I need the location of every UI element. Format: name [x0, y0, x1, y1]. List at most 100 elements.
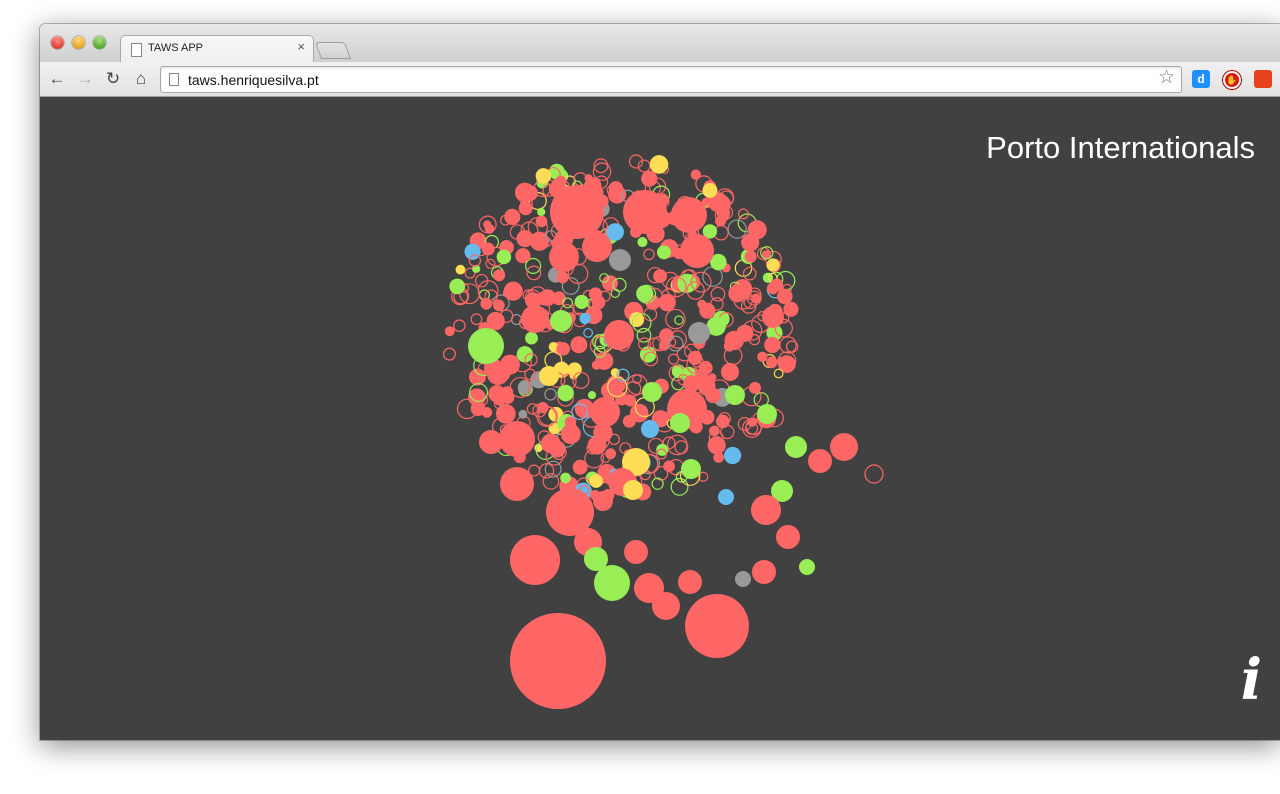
bubble[interactable]: [591, 295, 606, 310]
bubble[interactable]: [744, 250, 757, 263]
bubble[interactable]: [583, 327, 594, 338]
bubble[interactable]: [510, 613, 606, 709]
bubble[interactable]: [470, 313, 483, 326]
bubble[interactable]: [518, 409, 528, 419]
bubble[interactable]: [556, 342, 571, 356]
bubble[interactable]: [496, 249, 512, 265]
bubble[interactable]: [495, 403, 516, 424]
bubble[interactable]: [464, 243, 481, 260]
bubble[interactable]: [776, 525, 800, 549]
bubble[interactable]: [587, 391, 597, 400]
bubble[interactable]: [493, 269, 506, 282]
bubble[interactable]: [449, 278, 466, 295]
bubble[interactable]: [642, 382, 662, 402]
bubble[interactable]: [830, 433, 858, 461]
bubble[interactable]: [453, 319, 466, 332]
bubble[interactable]: [652, 592, 680, 620]
address-bar[interactable]: taws.henriquesilva.pt ☆: [160, 66, 1182, 93]
bubble[interactable]: [757, 351, 768, 362]
bubble[interactable]: [504, 208, 521, 225]
bubble[interactable]: [470, 401, 486, 417]
bubble[interactable]: [707, 436, 726, 455]
bubble[interactable]: [609, 249, 631, 271]
bubble[interactable]: [713, 452, 725, 463]
bubble[interactable]: [715, 414, 730, 429]
bubble[interactable]: [481, 242, 495, 256]
bubble[interactable]: [562, 297, 574, 309]
bubble[interactable]: [674, 315, 684, 325]
bubble[interactable]: [727, 219, 747, 239]
bubble[interactable]: [718, 489, 734, 505]
bubble[interactable]: [776, 356, 787, 367]
bubble[interactable]: [762, 306, 784, 328]
bubble[interactable]: [550, 310, 572, 332]
bubble[interactable]: [629, 312, 645, 328]
home-icon[interactable]: ⌂: [130, 68, 152, 90]
bubble[interactable]: [636, 285, 654, 303]
bubble[interactable]: [521, 185, 538, 202]
bubble[interactable]: [623, 190, 667, 234]
bubble[interactable]: [799, 559, 815, 575]
bubble[interactable]: [521, 305, 549, 333]
bubble[interactable]: [539, 366, 559, 386]
bubble[interactable]: [670, 413, 690, 433]
bubble[interactable]: [721, 363, 739, 381]
bubble[interactable]: [500, 467, 534, 501]
bubble[interactable]: [455, 264, 466, 275]
bubble[interactable]: [735, 571, 751, 587]
bubble[interactable]: [589, 474, 603, 488]
back-icon[interactable]: ←: [46, 68, 68, 90]
bubble[interactable]: [649, 155, 669, 174]
tab-taws-app[interactable]: TAWS APP ×: [120, 35, 314, 63]
bubble[interactable]: [564, 416, 577, 429]
bubble[interactable]: [493, 299, 505, 312]
bubble[interactable]: [608, 433, 620, 446]
bubble[interactable]: [699, 302, 716, 319]
bubble[interactable]: [502, 288, 513, 298]
bubble[interactable]: [550, 185, 604, 239]
bubble[interactable]: [766, 258, 780, 272]
bubble[interactable]: [766, 356, 778, 369]
bubble[interactable]: [479, 430, 503, 454]
info-icon[interactable]: i: [1241, 652, 1262, 708]
bubble[interactable]: [764, 336, 781, 354]
bubble[interactable]: [656, 245, 671, 260]
bubble[interactable]: [551, 291, 566, 306]
bubble[interactable]: [493, 392, 507, 406]
bubble[interactable]: [487, 363, 509, 385]
bubble[interactable]: [751, 495, 781, 525]
bubble[interactable]: [468, 328, 504, 364]
bubble[interactable]: [574, 294, 589, 309]
bubble[interactable]: [602, 275, 618, 292]
forward-icon[interactable]: →: [74, 68, 96, 90]
url-text[interactable]: taws.henriquesilva.pt: [188, 72, 319, 88]
adblock-icon[interactable]: ✋: [1223, 71, 1241, 89]
bubble[interactable]: [698, 377, 716, 395]
bubble[interactable]: [770, 278, 784, 292]
minimize-window-button[interactable]: [72, 36, 85, 49]
bubble[interactable]: [525, 331, 538, 345]
bubble[interactable]: [637, 236, 648, 248]
bubble[interactable]: [579, 312, 591, 325]
bubble[interactable]: [748, 381, 761, 394]
bubble[interactable]: [541, 433, 561, 454]
bubble[interactable]: [560, 472, 571, 484]
bubble[interactable]: [739, 283, 753, 297]
bubble[interactable]: [685, 594, 749, 658]
bubble[interactable]: [582, 232, 612, 262]
close-window-button[interactable]: [51, 36, 64, 49]
bubble[interactable]: [725, 385, 745, 405]
bubble[interactable]: [663, 460, 675, 473]
bubble[interactable]: [518, 201, 533, 216]
bubble[interactable]: [556, 271, 569, 284]
maximize-window-button[interactable]: [93, 36, 106, 49]
bubble[interactable]: [785, 436, 807, 458]
bubble[interactable]: [681, 459, 701, 479]
bubble[interactable]: [688, 322, 710, 344]
bubble[interactable]: [468, 368, 486, 386]
bubble[interactable]: [670, 477, 689, 496]
bubble[interactable]: [544, 388, 557, 401]
bubble[interactable]: [557, 384, 574, 402]
bubble[interactable]: [537, 207, 546, 217]
bubble[interactable]: [643, 248, 655, 261]
